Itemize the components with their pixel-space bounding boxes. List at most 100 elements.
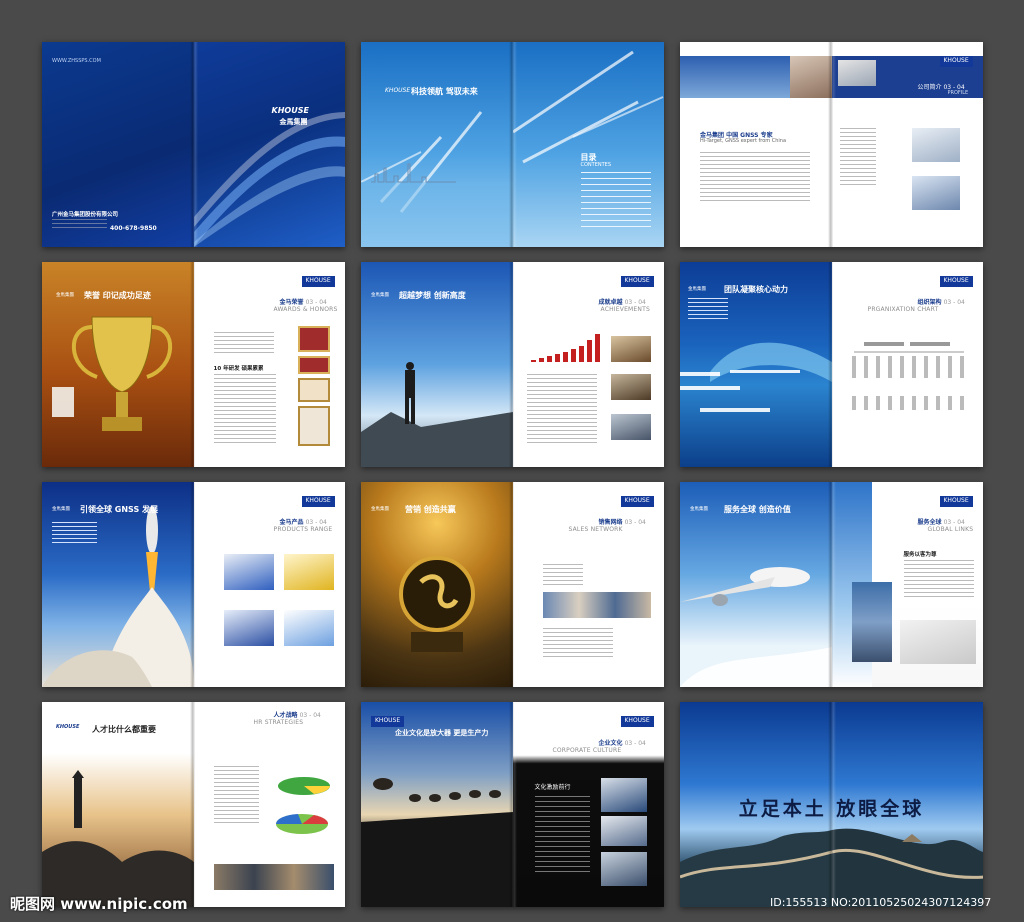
contents-left-page: KHOUSE 科技领航 驾驭未来: [361, 42, 513, 247]
brand-tag-en: KHOUSE: [375, 717, 401, 724]
brand-tag: KHOUSE: [620, 496, 654, 507]
brand-tag: KHOUSE: [939, 276, 973, 287]
section-number: 03 - 04: [624, 299, 646, 306]
section-title-en: CORPORATE CULTURE: [552, 747, 622, 754]
brand-logo-en: KHOUSE: [271, 106, 309, 115]
brochure-spread-achievements: 金馬集團 超越梦想 创新高度 KHOUSE 成就卓越 03 - 04 ACHIE…: [361, 262, 664, 467]
meeting-photo: [837, 60, 876, 86]
brand-tag-right: KHOUSE: [620, 716, 654, 727]
profile-body-text: [700, 152, 810, 202]
brand-tag-en: KHOUSE: [305, 497, 331, 504]
section-title: 企业文化 03 - 04: [599, 738, 646, 747]
section-title-cn: 服务全球: [917, 519, 942, 526]
section-title: 人才战略 03 - 04: [274, 710, 321, 719]
profile-left-page: 金马集团 中国 GNSS 专家 Hi-Target, GNSS expert f…: [680, 42, 832, 247]
products-left-page: 金馬集團 引领全球 GNSS 发展: [42, 482, 194, 687]
wave-graphic: [193, 112, 345, 247]
section-title-en: ACHIEVEMENTS: [600, 306, 650, 313]
section-title-cn: 人才战略: [273, 712, 298, 719]
spine-shadow: [508, 482, 517, 687]
sales-left-page: 金馬集團 营销 创造共赢: [361, 482, 513, 687]
product-photo-3: [223, 610, 274, 646]
section-title-en: GLOBAL LINKS: [927, 526, 974, 533]
spine-shadow: [827, 482, 836, 687]
brand-mark: 金馬集團: [56, 293, 74, 298]
contact-text: [52, 219, 107, 231]
section-title-en: PROFILE: [947, 90, 969, 96]
lab-photo: [911, 128, 960, 162]
website-url: WWW.ZHSSPS.COM: [52, 58, 101, 64]
achievements-right-page: KHOUSE 成就卓越 03 - 04 ACHIEVEMENTS: [512, 262, 664, 467]
intro-text: [52, 522, 97, 544]
spine-shadow: [189, 262, 198, 467]
brochure-spread-profile: 金马集团 中国 GNSS 专家 Hi-Target, GNSS expert f…: [680, 42, 983, 247]
spread-headline: 荣誉 印记成功足迹: [84, 291, 151, 300]
phone-number: 400-678-9850: [110, 225, 157, 232]
brand-mark: 金馬集團: [688, 287, 706, 292]
intro-text: [688, 298, 728, 322]
brand-tag-en: KHOUSE: [943, 277, 969, 284]
service-heading: 服务以客为尊: [903, 552, 937, 558]
section-title: 销售网络 03 - 04: [599, 517, 646, 526]
call-center-photo: [899, 620, 976, 664]
brochure-spread-contents: KHOUSE 科技领航 驾驭未来 目录 CONTENTES: [361, 42, 664, 247]
brand-tag-en: KHOUSE: [305, 277, 331, 284]
product-photo-1: [223, 554, 274, 590]
front-cover-page: KHOUSE 金馬集團: [193, 42, 345, 247]
service-photos: [851, 582, 892, 662]
sales-team-photo-strip: [542, 592, 651, 618]
brand-tag: KHOUSE: [301, 276, 335, 287]
brochure-spread-products: 金馬集團 引领全球 GNSS 发展 KHOUSE 金马产品 03 - 04 PR…: [42, 482, 345, 687]
spine-shadow: [189, 702, 198, 907]
culture-right-page: KHOUSE 企业文化 03 - 04 CORPORATE CULTURE 文化…: [512, 702, 664, 907]
products-right-page: KHOUSE 金马产品 03 - 04 PRODUCTS RANGE: [193, 482, 345, 687]
awards-right-page: KHOUSE 金马荣誉 03 - 04 AWARDS & HONORS 10 年…: [193, 262, 345, 467]
brand-mark: 金馬集團: [52, 507, 70, 512]
section-title-cn: 金马荣誉: [279, 299, 304, 306]
brand-tag: KHOUSE: [385, 87, 411, 94]
achievements-left-page: 金馬集團 超越梦想 创新高度: [361, 262, 513, 467]
hr-left-page: KHOUSE 人才比什么都重要: [42, 702, 194, 907]
brochure-spread-hr: KHOUSE 人才比什么都重要 人才战略 03 - 04 HR STRATEGI…: [42, 702, 345, 907]
section-number: 03 - 04: [624, 740, 646, 747]
spread-headline: 服务全球 创造价值: [724, 505, 791, 514]
company-name: 广州金马集团股份有限公司: [52, 212, 119, 218]
spine-shadow: [508, 702, 517, 907]
spine-shadow: [189, 482, 198, 687]
spread-headline: 营销 创造共赢: [405, 505, 456, 514]
workshop-photo: [911, 176, 960, 210]
intro-text: [542, 564, 583, 586]
event-photo-3: [610, 414, 651, 440]
certificate-2: [297, 356, 330, 374]
brand-tag: KHOUSE: [939, 56, 973, 67]
brand-mark: 金馬集團: [371, 293, 389, 298]
award-list: [213, 374, 276, 446]
intro-text: [213, 332, 274, 354]
brochure-spread-organization: 金馬集團 团队凝聚核心动力 KHOUSE 组织架构 03 - 04 PRGANI…: [680, 262, 983, 467]
section-title-cn: 销售网络: [598, 519, 623, 526]
culture-text: [534, 796, 590, 876]
brochure-spread-cover: WWW.ZHSSPS.COM 广州金马集团股份有限公司 400-678-9850…: [42, 42, 345, 247]
brand-mark: KHOUSE: [56, 724, 80, 730]
section-number: 03 - 04: [305, 299, 327, 306]
spine-shadow: [827, 42, 836, 247]
spread-headline: 企业文化是放大器 更是生产力: [395, 729, 489, 737]
culture-photo-2: [600, 816, 647, 846]
team-photos-strip: [213, 864, 334, 890]
section-title-en: SALES NETWORK: [568, 526, 623, 533]
awards-left-page: 金馬集團 荣誉 印记成功足迹: [42, 262, 194, 467]
event-photo-1: [610, 336, 651, 362]
back-cover-page: WWW.ZHSSPS.COM 广州金马集团股份有限公司 400-678-9850: [42, 42, 194, 247]
section-title-cn: 金马产品: [279, 519, 304, 526]
brochure-spread-culture: KHOUSE 企业文化是放大器 更是生产力 KHOUSE 企业文化 03 - 0…: [361, 702, 664, 907]
section-title: 服务全球 03 - 04: [918, 517, 965, 526]
culture-left-page: KHOUSE 企业文化是放大器 更是生产力: [361, 702, 513, 907]
brochure-spread-global: 金馬集團 服务全球 创造价值 KHOUSE 服务全球 03 - 04 GLOBA…: [680, 482, 983, 687]
section-title-cn: 公司简介: [917, 84, 942, 91]
section-title-cn: 组织架构: [917, 299, 942, 306]
spread-headline: 超越梦想 创新高度: [399, 291, 466, 300]
section-number: 03 - 04: [305, 519, 327, 526]
profile-heading-en: Hi-Target, GNSS expert from China: [700, 138, 787, 144]
section-title: 成就卓越 03 - 04: [599, 297, 646, 306]
toc-list: [580, 172, 651, 227]
